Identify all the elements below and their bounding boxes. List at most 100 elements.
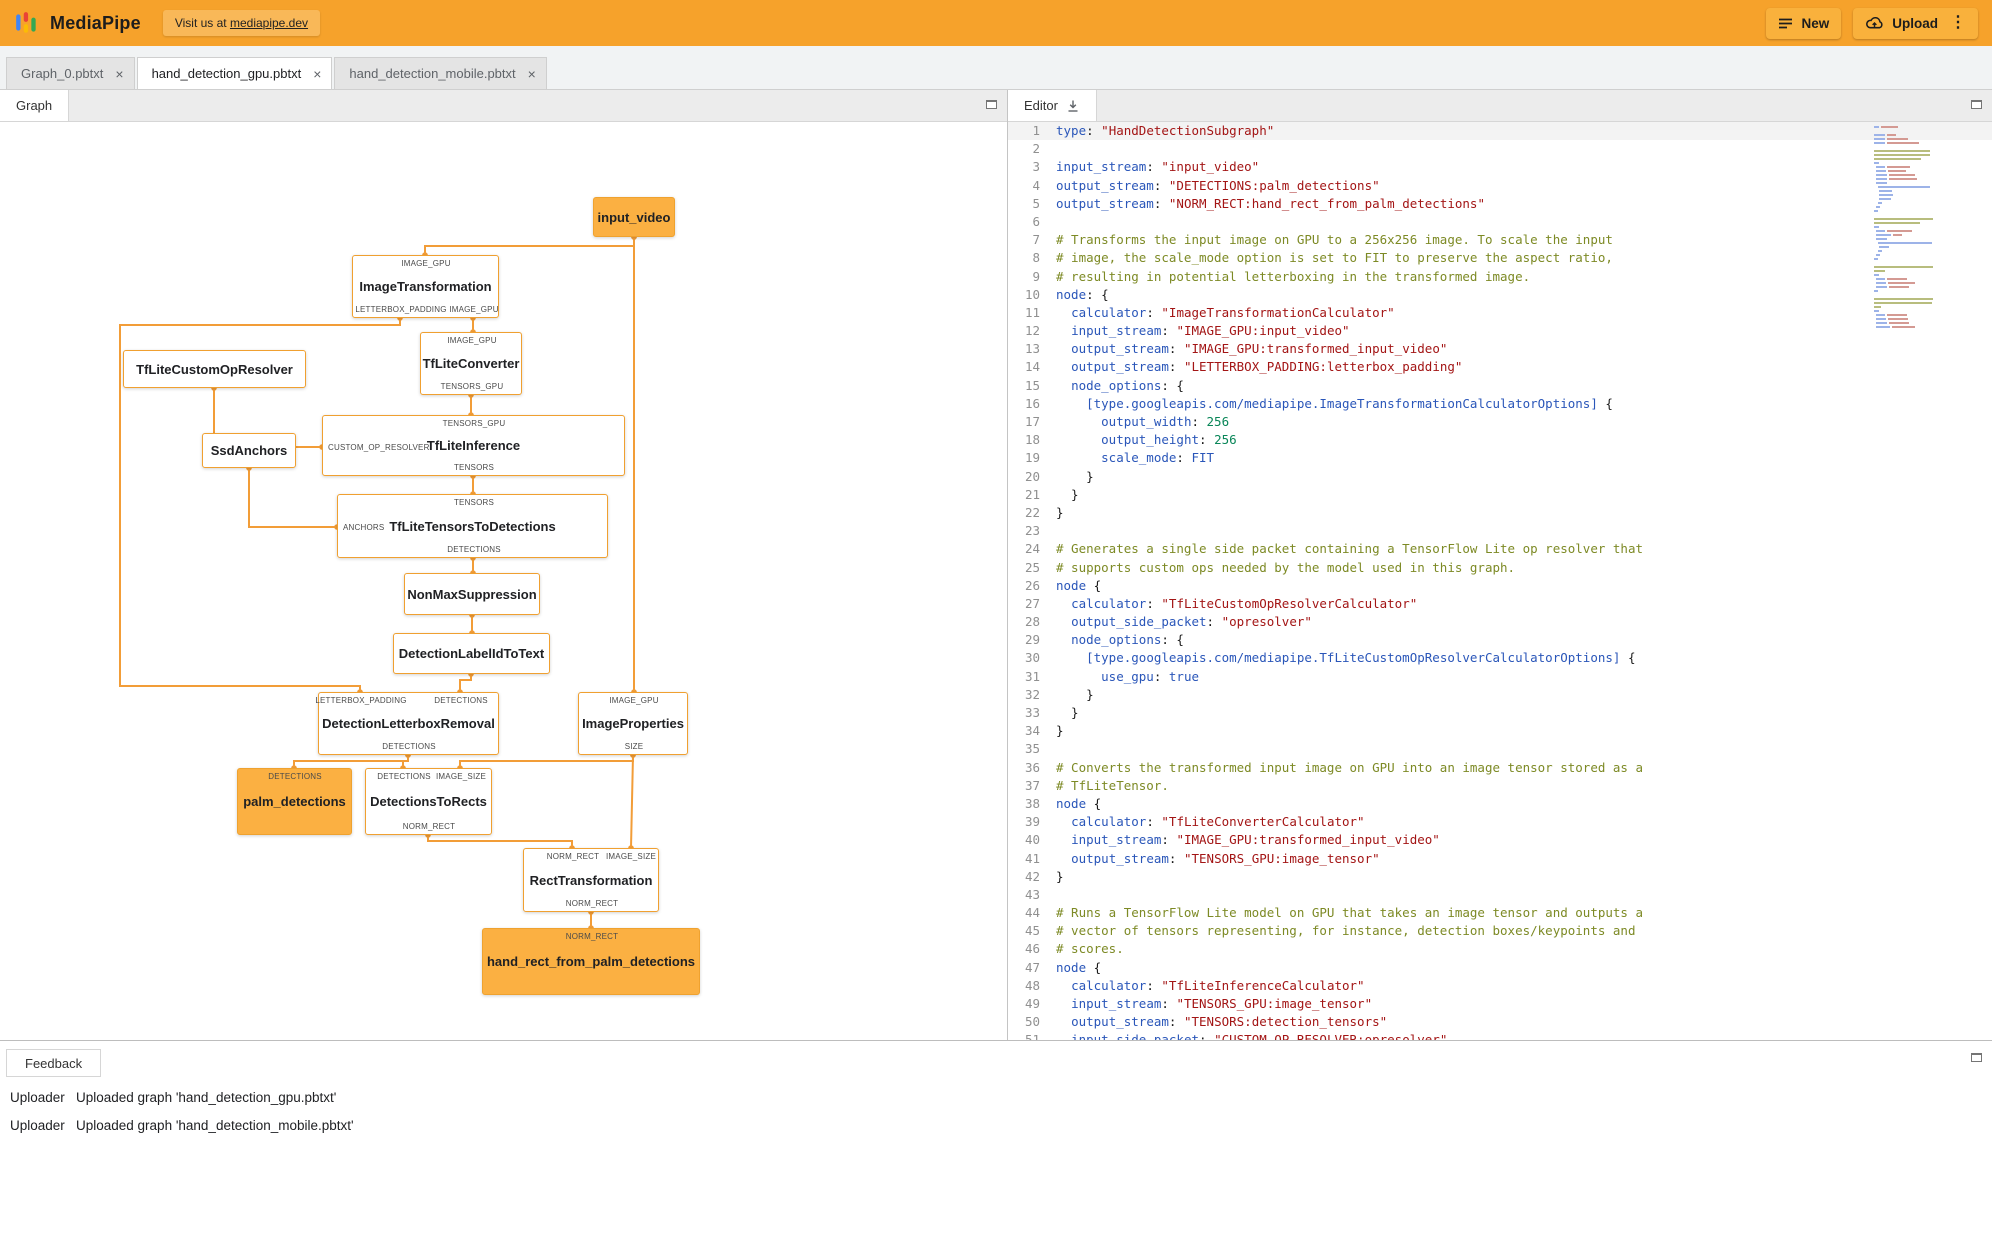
download-icon[interactable] [1066,99,1080,113]
code-line[interactable]: 39 calculator: "TfLiteConverterCalculato… [1008,813,1992,831]
tab-close-icon[interactable]: × [115,66,123,82]
feedback-tab[interactable]: Feedback [6,1049,102,1077]
line-number: 42 [1024,868,1040,884]
graph-node-label: TfLiteInference [426,438,521,453]
code-line[interactable]: 10 node: { [1008,286,1992,304]
code-line[interactable]: 33 } [1008,704,1992,722]
editor-panel-tab[interactable]: Editor [1008,90,1097,121]
code-lines[interactable]: 1 type: "HandDetectionSubgraph" 2 3 input_st… [1008,122,1992,1040]
line-number: 47 [1024,959,1040,975]
code-line[interactable]: 36 # Converts the transformed input image… [1008,759,1992,777]
code-line[interactable]: 38 node { [1008,795,1992,813]
port-label: DETECTIONS [447,545,501,554]
code-line[interactable]: 6 [1008,213,1992,231]
code-line[interactable]: 15 node_options: { [1008,377,1992,395]
kebab-menu-icon[interactable]: ⋮ [1950,15,1966,31]
graph-node-palm_detections[interactable]: DETECTIONS palm_detections [237,768,352,835]
line-number: 41 [1024,850,1040,866]
visit-link[interactable]: mediapipe.dev [230,16,308,30]
graph-node-DetectionsToRects[interactable]: DETECTIONS IMAGE_SIZE NORM_RECT DetectionsT… [365,768,492,835]
code-line[interactable]: 49 input_stream: "TENSORS_GPU:image_tens… [1008,995,1992,1013]
expand-feedback-panel-icon[interactable] [1971,1053,1982,1062]
code-line[interactable]: 34} [1008,722,1992,740]
code-line[interactable]: 24 # Generates a single side packet conta… [1008,540,1992,558]
code-line[interactable]: 25 # supports custom ops needed by the mo… [1008,559,1992,577]
code-line[interactable]: 50 output_stream: "TENSORS:detection_ten… [1008,1013,1992,1031]
new-button[interactable]: New [1766,7,1842,39]
code-line[interactable]: 5 output_stream: "NORM_RECT:hand_rect_fro… [1008,195,1992,213]
code-line[interactable]: 8 # image, the scale_mode option is set t… [1008,249,1992,267]
code-line[interactable]: 29 node_options: { [1008,631,1992,649]
code-line[interactable]: 3 input_stream: "input_video" [1008,158,1992,176]
file-tab[interactable]: Graph_0.pbtxt × [6,57,135,89]
graph-canvas[interactable]: input_video IMAGE_GPU LETTERBOX_PADDING IMA… [0,122,1007,1040]
graph-node-ImageTransformation[interactable]: IMAGE_GPU LETTERBOX_PADDING IMAGE_GPU Image… [352,255,499,318]
code-line[interactable]: 18 output_height: 256 [1008,431,1992,449]
graph-node-hand_rect_from_palm_detections[interactable]: NORM_RECT hand_rect_from_palm_detections [482,928,700,995]
code-line[interactable]: 2 [1008,140,1992,158]
code-line[interactable]: 32 } [1008,686,1992,704]
code-line[interactable]: 23 [1008,522,1992,540]
graph-node-SsdAnchors[interactable]: SsdAnchors [202,433,296,468]
code-line[interactable]: 9 # resulting in potential letterboxing i… [1008,268,1992,286]
code-line[interactable]: 46 # scores. [1008,940,1992,958]
expand-editor-panel-icon[interactable] [1971,100,1982,109]
visit-chip[interactable]: Visit us at mediapipe.dev [162,10,321,36]
code-line[interactable]: 21 } [1008,486,1992,504]
code-line[interactable]: 48 calculator: "TfLiteInferenceCalculato… [1008,977,1992,995]
code-text: type: "HandDetectionSubgraph" [1056,123,1275,138]
code-line[interactable]: 19 scale_mode: FIT [1008,449,1992,467]
code-text: } [1056,868,1064,884]
graph-node-DetectionLabelIdToText[interactable]: DetectionLabelIdToText [393,633,550,674]
graph-node-RectTransformation[interactable]: NORM_RECT IMAGE_SIZE NORM_RECT RectTransfor… [523,848,659,912]
graph-node-TfLiteInference[interactable]: TENSORS_GPU TENSORS CUSTOM_OP_RESOLVER TfLi… [322,415,625,476]
graph-node-DetectionLetterboxRemoval[interactable]: LETTERBOX_PADDING DETECTIONS DETECTIONS Det… [315,692,499,755]
graph-node-label: TfLiteCustomOpResolver [136,361,293,377]
code-line[interactable]: 26 node { [1008,577,1992,595]
code-line[interactable]: 30 [type.googleapis.com/mediapipe.TfLite… [1008,649,1992,667]
code-line[interactable]: 37 # TfLiteTensor. [1008,777,1992,795]
upload-button-label: Upload [1892,15,1938,31]
graph-node-TfLiteConverter[interactable]: IMAGE_GPU TENSORS_GPU TfLiteConverter [420,332,522,395]
graph-node-TfLiteTensorsToDetections[interactable]: TENSORS DETECTIONS ANCHORS TfLiteTensorsToD… [337,494,608,558]
code-line[interactable]: 35 [1008,740,1992,758]
file-tab[interactable]: hand_detection_mobile.pbtxt × [334,57,547,89]
graph-node-ImageProperties[interactable]: IMAGE_GPU SIZE ImageProperties [578,692,688,755]
tab-close-icon[interactable]: × [313,66,321,82]
code-editor[interactable]: 1 type: "HandDetectionSubgraph" 2 3 input_st… [1008,122,1992,1040]
file-tab[interactable]: hand_detection_gpu.pbtxt × [136,57,333,89]
code-line[interactable]: 45 # vector of tensors representing, for … [1008,922,1992,940]
code-line[interactable]: 42} [1008,868,1992,886]
code-line[interactable]: 44 # Runs a TensorFlow Lite model on GPU … [1008,904,1992,922]
code-line[interactable]: 12 input_stream: "IMAGE_GPU:input_video" [1008,322,1992,340]
code-line[interactable]: 47 node { [1008,959,1992,977]
code-text: # resulting in potential letterboxing in… [1056,268,1531,284]
graph-node-TfLiteCustomOpResolver[interactable]: TfLiteCustomOpResolver [123,350,306,388]
code-line[interactable]: 43 [1008,886,1992,904]
line-number: 7 [1032,232,1040,248]
code-line[interactable]: 31 use_gpu: true [1008,668,1992,686]
code-line[interactable]: 11 calculator: "ImageTransformationCalcu… [1008,304,1992,322]
code-line[interactable]: 22} [1008,504,1992,522]
code-line[interactable]: 41 output_stream: "TENSORS_GPU:image_ten… [1008,850,1992,868]
code-line[interactable]: 7 # Transforms the input image on GPU to … [1008,231,1992,249]
code-line[interactable]: 13 output_stream: "IMAGE_GPU:transformed… [1008,340,1992,358]
code-line[interactable]: 16 [type.googleapis.com/mediapipe.ImageT… [1008,395,1992,413]
expand-graph-panel-icon[interactable] [986,100,997,109]
line-number: 19 [1024,450,1040,466]
graph-node-NonMaxSuppression[interactable]: NonMaxSuppression [404,573,540,615]
code-line[interactable]: 28 output_side_packet: "opresolver" [1008,613,1992,631]
code-line[interactable]: 1 type: "HandDetectionSubgraph" [1008,122,1992,141]
upload-button[interactable]: Upload ⋮ [1853,7,1978,39]
graph-panel-tab[interactable]: Graph [0,90,70,121]
code-line[interactable]: 4 output_stream: "DETECTIONS:palm_detecti… [1008,177,1992,195]
minimap[interactable] [1874,126,1970,330]
code-line[interactable]: 51 input_side_packet: "CUSTOM_OP_RESOLVE… [1008,1031,1992,1040]
graph-node-input_video[interactable]: input_video [593,197,675,237]
code-line[interactable]: 17 output_width: 256 [1008,413,1992,431]
code-line[interactable]: 40 input_stream: "IMAGE_GPU:transformed_… [1008,831,1992,849]
code-line[interactable]: 14 output_stream: "LETTERBOX_PADDING:let… [1008,358,1992,376]
code-line[interactable]: 27 calculator: "TfLiteCustomOpResolverCa… [1008,595,1992,613]
tab-close-icon[interactable]: × [528,66,536,82]
code-line[interactable]: 20 } [1008,468,1992,486]
